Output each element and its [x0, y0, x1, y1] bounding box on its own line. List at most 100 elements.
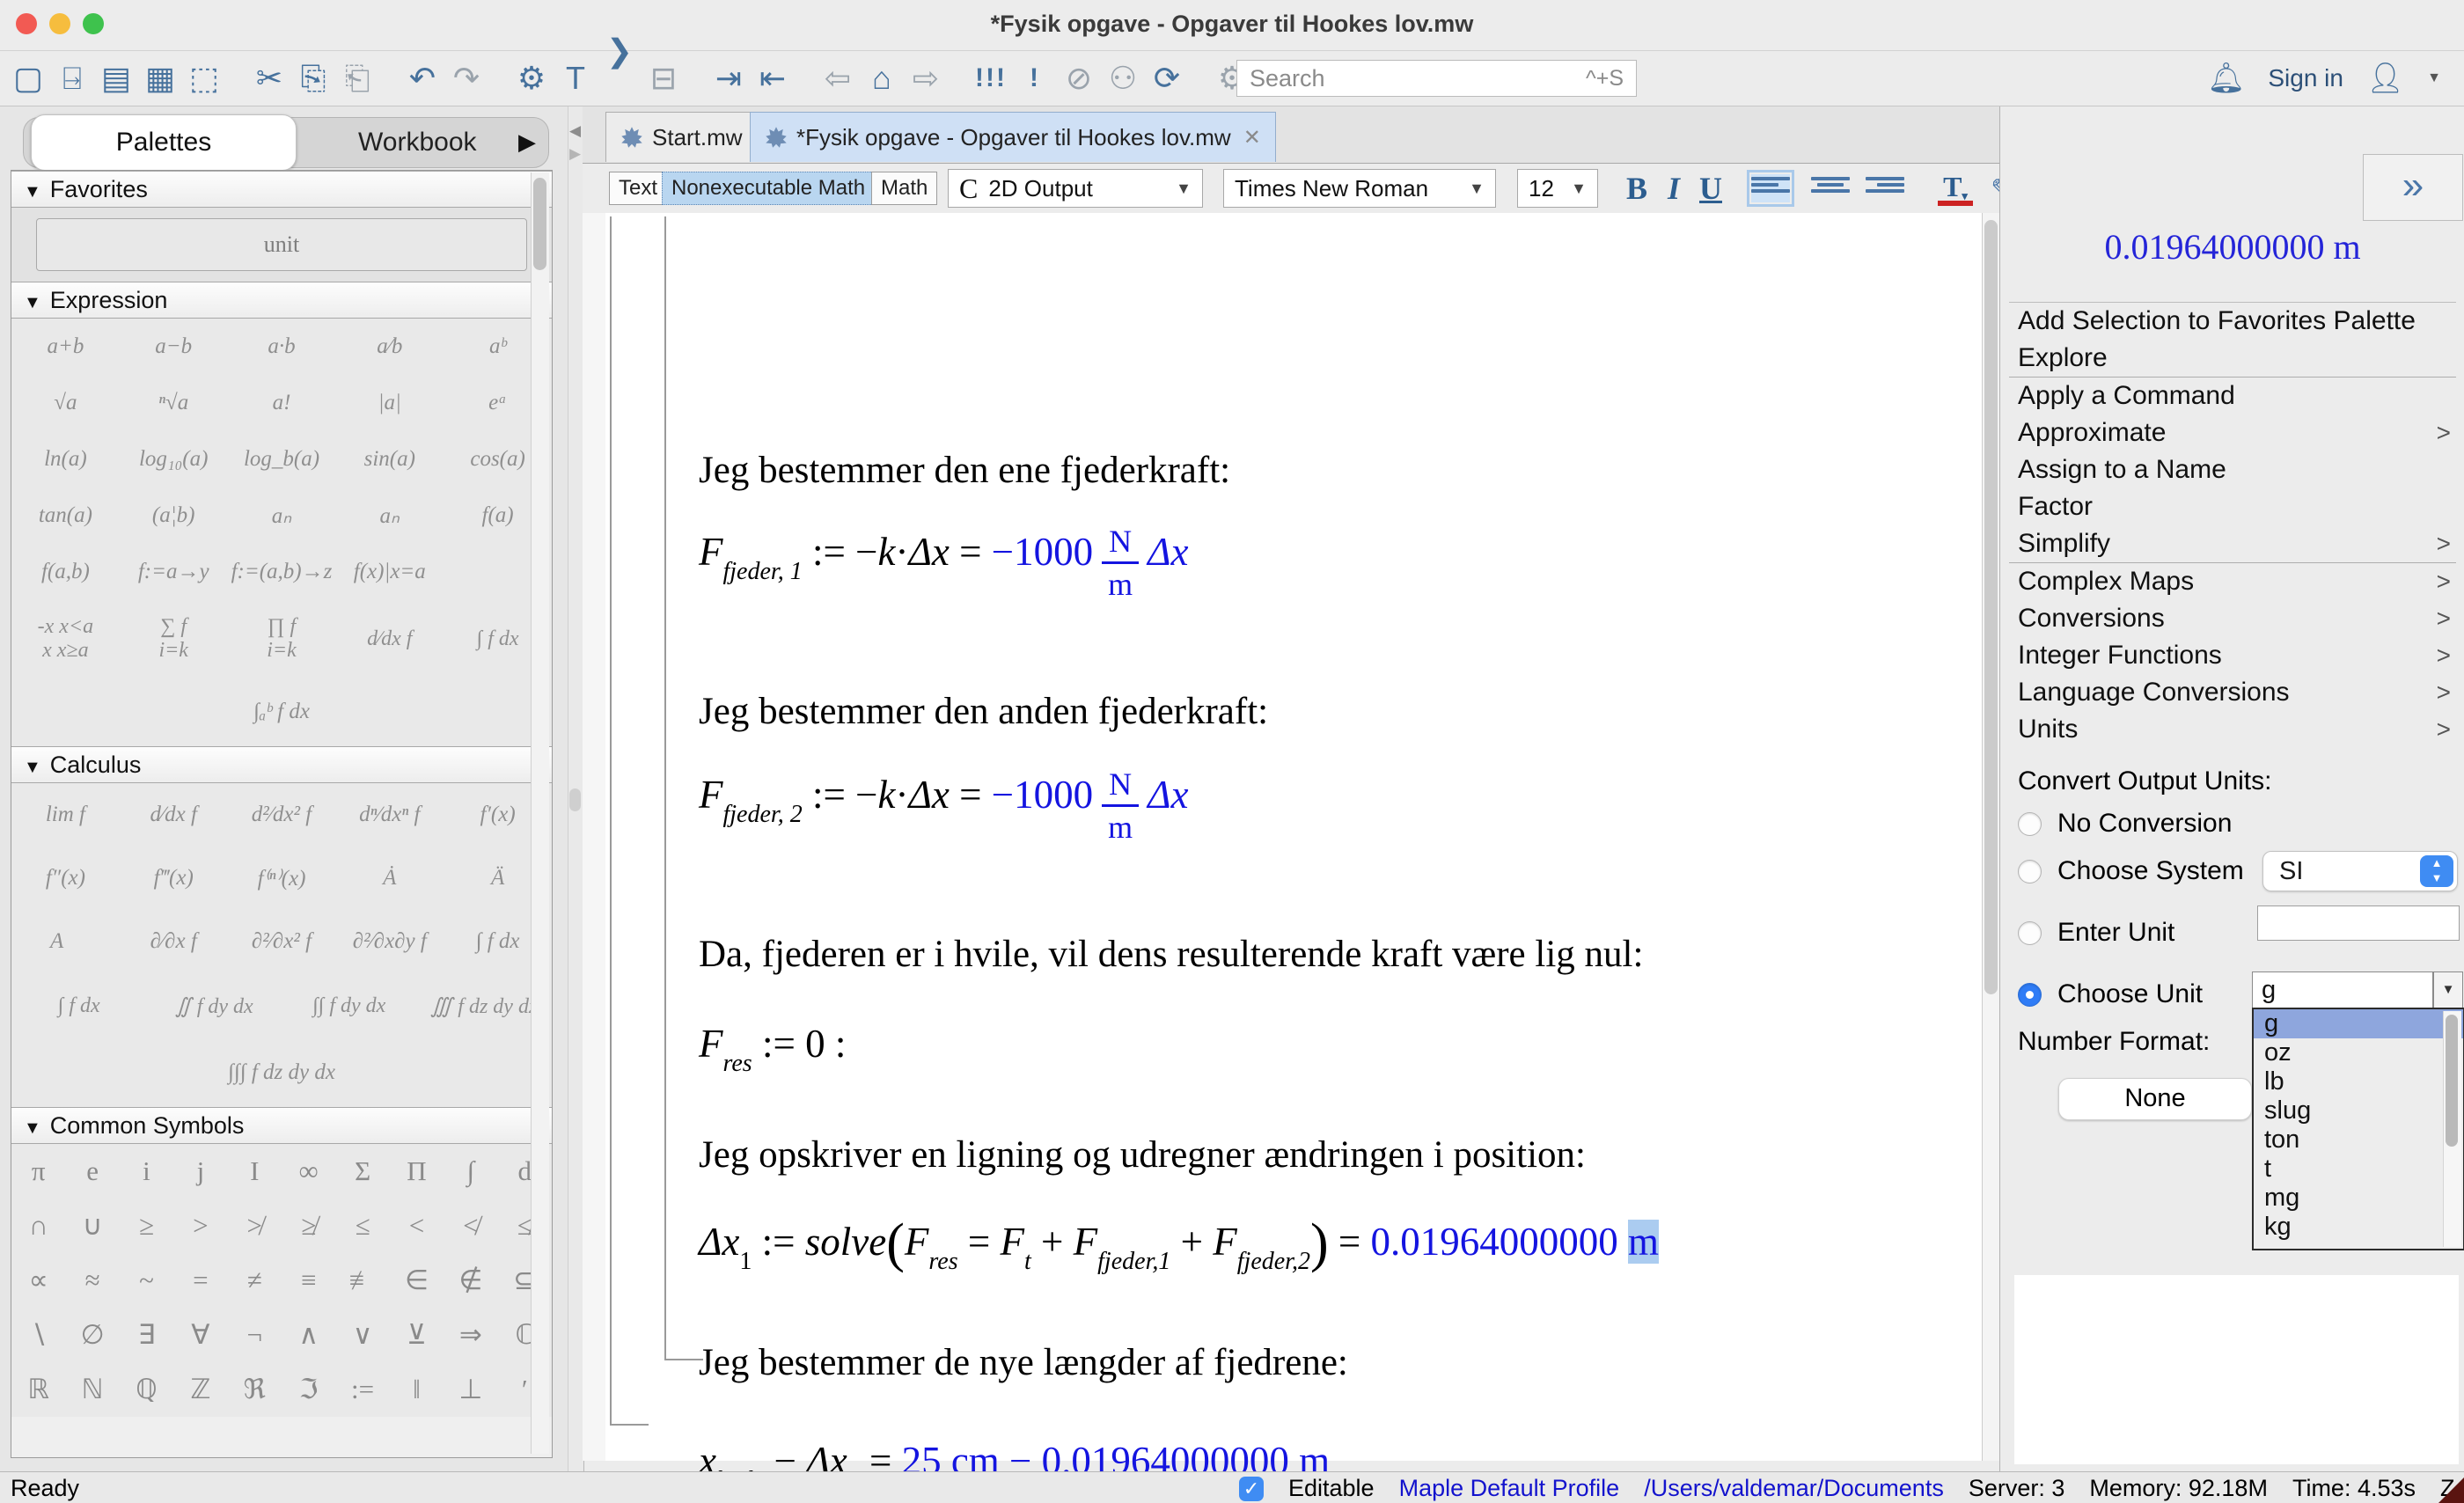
palette-item[interactable]: ∝ — [11, 1253, 65, 1308]
palette-item[interactable]: ℤ — [173, 1362, 227, 1417]
palette-item[interactable]: ∈ — [390, 1253, 444, 1308]
account-caret-icon[interactable]: ▼ — [2427, 70, 2441, 86]
radio-icon[interactable] — [2018, 860, 2042, 883]
palette-item[interactable]: ∂²∕∂x² f — [228, 910, 336, 973]
palette-item[interactable]: ⇒ — [444, 1308, 497, 1362]
tab-workbook[interactable]: Workbook — [358, 118, 477, 167]
context-menu-item[interactable]: Language Conversions > — [2009, 674, 2456, 711]
palette-item[interactable]: ∫ₐᵇ f dx — [11, 678, 552, 746]
align-left-button[interactable] — [1751, 174, 1790, 202]
unit-option[interactable]: slug — [2254, 1096, 2463, 1125]
palette-item[interactable]: ∩ — [11, 1199, 65, 1253]
editable-checkbox[interactable]: ✓ — [1239, 1477, 1264, 1501]
execute-icon[interactable]: ! — [1016, 51, 1054, 106]
indent-icon[interactable]: ⇥ — [709, 51, 748, 106]
palette-item[interactable]: ∀ — [173, 1308, 227, 1362]
paste-icon[interactable]: ⎗ — [338, 51, 377, 106]
unit-combo-value[interactable]: g — [2252, 971, 2433, 1008]
bold-button[interactable]: B — [1619, 169, 1654, 208]
insert-task-icon[interactable]: ⚙ — [512, 51, 551, 106]
context-menu-item[interactable]: Factor — [2009, 488, 2456, 525]
context-menu-item[interactable]: Apply a Command — [2009, 378, 2456, 414]
unit-combo-arrow-icon[interactable]: ▼ — [2433, 971, 2463, 1008]
palette-item[interactable]: ∬ f dy dx — [147, 973, 282, 1038]
palette-item[interactable]: ∫∫∫ f dz dy dx — [11, 1038, 552, 1107]
palette-item[interactable]: ∫ f dx — [11, 973, 147, 1038]
unit-option[interactable]: g — [2254, 1009, 2463, 1038]
context-menu-item[interactable]: Units > — [2009, 711, 2456, 748]
print-icon[interactable]: ▦ — [141, 51, 180, 106]
palette-item[interactable]: ∞ — [282, 1144, 335, 1199]
math-expression[interactable]: Ffjeder, 2 := −k·Δx = −1000NmΔx — [699, 766, 1189, 846]
undo-icon[interactable]: ↶ — [403, 51, 442, 106]
palette-item[interactable]: f″(x) — [11, 847, 120, 910]
palette-item[interactable]: ≯ — [228, 1199, 282, 1253]
align-center-button[interactable] — [1811, 174, 1850, 202]
search-input[interactable]: Search ^+S — [1236, 60, 1637, 97]
palette-item[interactable]: d∕dx f — [335, 600, 444, 678]
radio-no-conversion[interactable]: No Conversion — [2018, 809, 2232, 839]
unit-option[interactable]: mg — [2254, 1184, 2463, 1213]
collapse-left-icon[interactable]: ◀ — [569, 122, 581, 140]
palette-item[interactable]: ∃ — [120, 1308, 173, 1362]
mode-nonexecutable-math-button[interactable]: Nonexecutable Math — [662, 172, 875, 205]
print-preview-icon[interactable]: ⬚ — [185, 51, 224, 106]
paragraph[interactable]: Jeg bestemmer den anden fjederkraft: — [699, 690, 1268, 733]
palette-item[interactable]: ∂∕∂x f — [120, 910, 228, 973]
number-format-dropdown[interactable]: None — [2058, 1078, 2252, 1120]
radio-choose-system[interactable]: Choose System — [2018, 856, 2244, 886]
palette-item[interactable]: ⁿ√a — [120, 375, 228, 431]
palette-item[interactable]: ∑ f i=k — [120, 600, 228, 678]
palette-item[interactable]: ≥ — [120, 1199, 173, 1253]
unit-option[interactable]: oz — [2254, 1038, 2463, 1067]
status-segment[interactable]: /Users/valdemar/Documents — [1644, 1475, 1944, 1502]
palette-item[interactable]: (a¦b) — [120, 488, 228, 544]
palette-item[interactable]: ∅ — [65, 1308, 119, 1362]
divider-handle[interactable] — [569, 788, 581, 811]
radio-icon[interactable] — [2018, 921, 2042, 945]
radio-selected-icon[interactable] — [2018, 983, 2042, 1007]
back-icon[interactable]: ⇦ — [818, 51, 857, 106]
copy-icon[interactable]: ⎘ — [294, 51, 333, 106]
unit-option[interactable]: t — [2254, 1155, 2463, 1184]
palette-item[interactable]: π — [11, 1144, 65, 1199]
palette-item[interactable]: ∨ — [335, 1308, 389, 1362]
palette-item[interactable]: sin(a) — [335, 431, 444, 488]
align-right-button[interactable] — [1866, 174, 1904, 202]
palette-item[interactable]: Π — [390, 1144, 444, 1199]
system-select[interactable]: SI ▲▼ — [2262, 851, 2458, 891]
outdent-icon[interactable]: ⇤ — [753, 51, 792, 106]
underline-button[interactable]: U — [1693, 169, 1728, 208]
paragraph[interactable]: Da, fjederen er i hvile, vil dens result… — [699, 933, 1643, 976]
document-scrollbar-thumb[interactable] — [1984, 220, 1998, 994]
palette-item[interactable]: ℑ — [282, 1362, 335, 1417]
style-dropdown[interactable]: C 2D Output ▼ — [948, 169, 1203, 208]
palette-scrollbar[interactable] — [531, 172, 549, 1454]
palette-item[interactable]: > — [173, 1199, 227, 1253]
palette-item[interactable]: log_b(a) — [228, 431, 336, 488]
palette-item[interactable]: -x x<a x x≥a — [11, 600, 120, 678]
palette-scrollbar-thumb[interactable] — [533, 178, 546, 270]
palette-item[interactable]: ℕ — [65, 1362, 119, 1417]
math-expression[interactable]: Δx1 := solve(Fres = Ft + Ffjeder,1 + Ffj… — [699, 1213, 1659, 1276]
palette-item[interactable]: i — [120, 1144, 173, 1199]
palette-item[interactable]: f(x)|x=a — [335, 544, 444, 600]
palette-item[interactable]: f⁽ⁿ⁾(x) — [228, 847, 336, 910]
sign-in-link[interactable]: Sign in — [2268, 64, 2343, 92]
redo-icon[interactable]: ↷ — [447, 51, 486, 106]
palette-item[interactable]: ∫∫ f dy dx — [282, 973, 417, 1038]
insert-section-icon[interactable]: ⊟ — [644, 51, 683, 106]
home-icon[interactable]: ⌂ — [862, 51, 901, 106]
text-color-button[interactable]: T▾ — [1938, 171, 1973, 206]
context-menu-item[interactable]: Complex Maps > — [2009, 563, 2456, 600]
context-menu-item[interactable]: Integer Functions > — [2009, 637, 2456, 674]
palette-item[interactable]: dⁿ∕dxⁿ f — [335, 783, 444, 847]
palette-item[interactable]: ⊥ — [444, 1362, 497, 1417]
palette-item[interactable]: a−b — [120, 319, 228, 375]
paragraph[interactable]: Jeg opskriver en ligning og udregner ænd… — [699, 1133, 1586, 1177]
palette-item[interactable]: d∕dx f — [120, 783, 228, 847]
unit-option[interactable]: ton — [2254, 1125, 2463, 1155]
account-person-icon[interactable]: 👤︎ — [2366, 61, 2404, 96]
palette-item[interactable]: ≠ — [228, 1253, 282, 1308]
palette-section-calculus[interactable]: ▼Calculus — [11, 746, 552, 783]
